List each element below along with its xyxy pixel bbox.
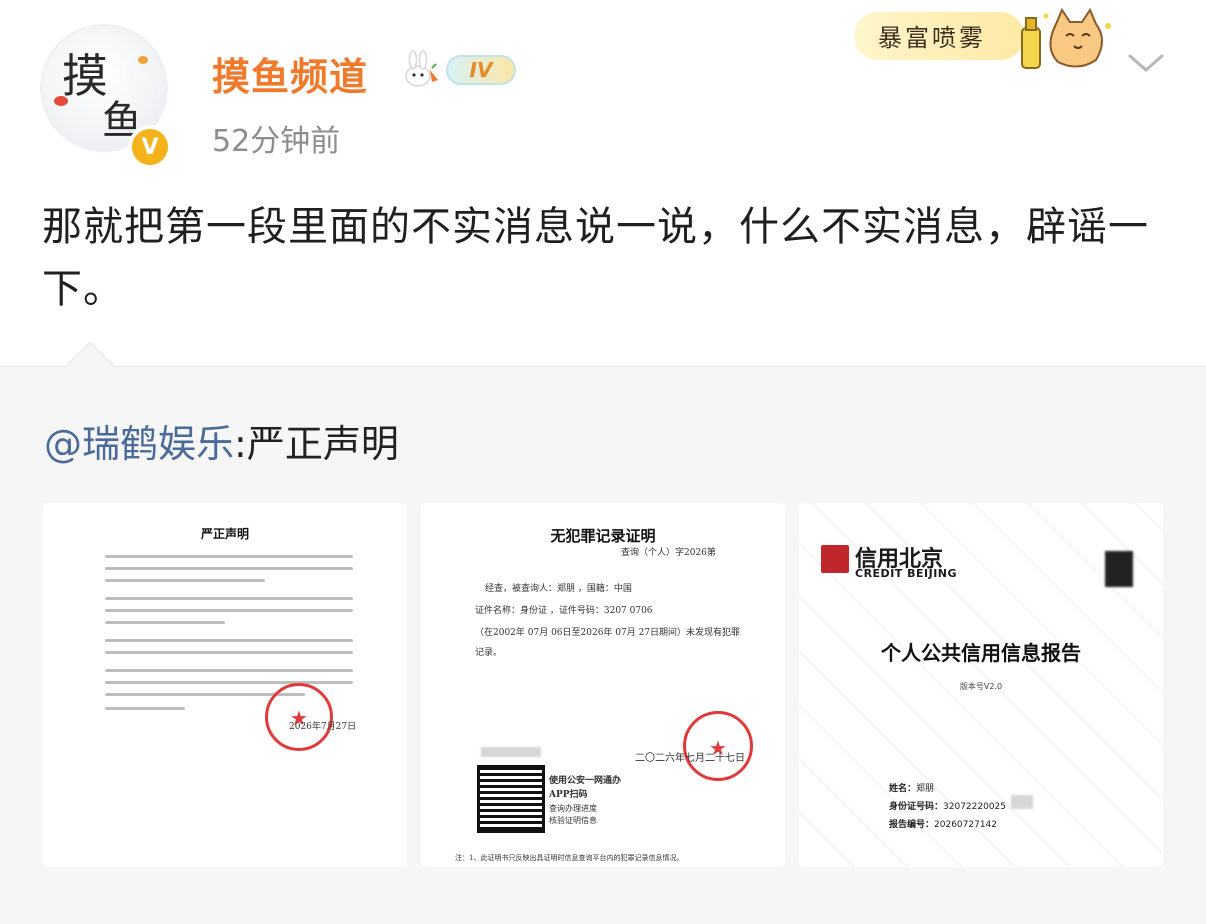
post-text: 那就把第一段里面的不实消息说一说，什么不实消息，辟谣一下。 bbox=[42, 204, 1149, 312]
mention-link[interactable]: @瑞鹤娱乐 bbox=[44, 422, 234, 466]
credit-id-label: 身份证号码： bbox=[889, 802, 944, 812]
text-line bbox=[105, 639, 353, 642]
credit-name-label: 姓名： bbox=[889, 784, 917, 794]
post-header: 摸 鱼 V 摸鱼频道 IV 52分钟前 暴富喷雾 bbox=[0, 0, 1206, 190]
text-line bbox=[105, 707, 185, 710]
fish-icon bbox=[138, 56, 148, 64]
sticker-text: 暴富喷雾 bbox=[878, 24, 986, 52]
certificate-line-2: 证件名称：身份证 ，证件号码：3207 0706 bbox=[475, 606, 653, 616]
sticker-decoration: 暴富喷雾 bbox=[848, 4, 1120, 76]
text-line bbox=[105, 609, 353, 612]
statement-doc-title: 严正声明 bbox=[200, 527, 249, 541]
credit-report-no-field: 报告编号：20260727142 bbox=[889, 817, 997, 830]
credit-brand-en: CREDIT BEIJING bbox=[855, 567, 958, 580]
certificate-line-1: 经查，被查询人：郑朋 ，国籍：中国 bbox=[485, 584, 632, 594]
repost-image-statement[interactable]: 严正声明 ★ 2026年7月27日 bbox=[43, 503, 407, 867]
credit-name-field: 姓名：郑朋 bbox=[889, 781, 934, 794]
qr-code-icon bbox=[477, 765, 545, 833]
certificate-line-3: （在2002年 07月 06日至2026年 07月 27日期间）未发现有犯罪 bbox=[475, 628, 741, 638]
post-time: 52分钟前 bbox=[212, 124, 341, 159]
credit-name-value: 郑朋 bbox=[916, 784, 935, 794]
certificate-date: 二〇二六年七月二十七日 bbox=[635, 753, 745, 764]
statement-date: 2026年7月27日 bbox=[289, 722, 357, 732]
fish-icon bbox=[54, 96, 68, 106]
app-line-3: 查询办理进度 bbox=[549, 804, 597, 813]
credit-id-value: 32072220025 bbox=[943, 802, 1007, 812]
certificate-line-4: 记录。 bbox=[475, 648, 503, 658]
repost-image-credit-report[interactable]: 信用北京 CREDIT BEIJING 个人公共信用信息报告 版本号V2.0 姓… bbox=[799, 503, 1163, 867]
text-line bbox=[105, 597, 353, 600]
username[interactable]: 摸鱼频道 bbox=[212, 46, 368, 101]
certificate-footnote: 注：1、此证明书只反映出具证明时信息查询平台内的犯罪记录信息情况。 bbox=[455, 854, 684, 862]
app-line-2: APP扫码 bbox=[549, 790, 588, 800]
verified-v-icon: V bbox=[128, 125, 172, 169]
certificate-query-no: 查询（个人）字2026第 bbox=[621, 548, 716, 558]
text-line bbox=[105, 621, 225, 624]
bunny-icon bbox=[405, 50, 438, 87]
credit-report-no-label: 报告编号： bbox=[889, 820, 935, 830]
text-line bbox=[105, 555, 353, 558]
text-line bbox=[105, 579, 265, 582]
credit-report-title: 个人公共信用信息报告 bbox=[881, 641, 1081, 665]
police-seal: ★ bbox=[683, 711, 753, 781]
repost-image-certificate[interactable]: 无犯罪记录证明 查询（个人）字2026第 经查，被查询人：郑朋 ，国籍：中国 证… bbox=[421, 503, 785, 867]
repost-title: @瑞鹤娱乐:严正声明 bbox=[44, 413, 399, 468]
repost-container[interactable]: @瑞鹤娱乐:严正声明 严正声明 ★ 2026年7月27日 无犯罪记录证明 查询（… bbox=[0, 341, 1206, 924]
redacted-block bbox=[1105, 551, 1133, 587]
text-line bbox=[105, 567, 353, 570]
iv-badge-icon[interactable]: IV bbox=[446, 55, 516, 85]
text-line bbox=[105, 651, 353, 654]
redacted-block bbox=[1011, 795, 1033, 809]
text-line bbox=[105, 669, 353, 672]
credit-report-version: 版本号V2.0 bbox=[959, 682, 1003, 691]
repost-notch bbox=[64, 341, 116, 393]
app-line-4: 核验证明信息 bbox=[549, 816, 597, 825]
chevron-down-icon[interactable] bbox=[1126, 50, 1166, 76]
sticker-cat-icon bbox=[1021, 7, 1111, 69]
app-line-1: 使用公安一网通办 bbox=[549, 776, 622, 786]
text-line bbox=[105, 681, 353, 684]
repost-title-rest: :严正声明 bbox=[234, 422, 399, 466]
company-seal: ★ bbox=[265, 683, 333, 751]
credit-logo-icon bbox=[821, 545, 849, 573]
credit-id-field: 身份证号码：32072220025 bbox=[889, 799, 1006, 812]
certificate-title: 无犯罪记录证明 bbox=[550, 527, 656, 545]
credit-report-no-value: 20260727142 bbox=[934, 820, 998, 830]
redacted-block bbox=[481, 747, 541, 757]
